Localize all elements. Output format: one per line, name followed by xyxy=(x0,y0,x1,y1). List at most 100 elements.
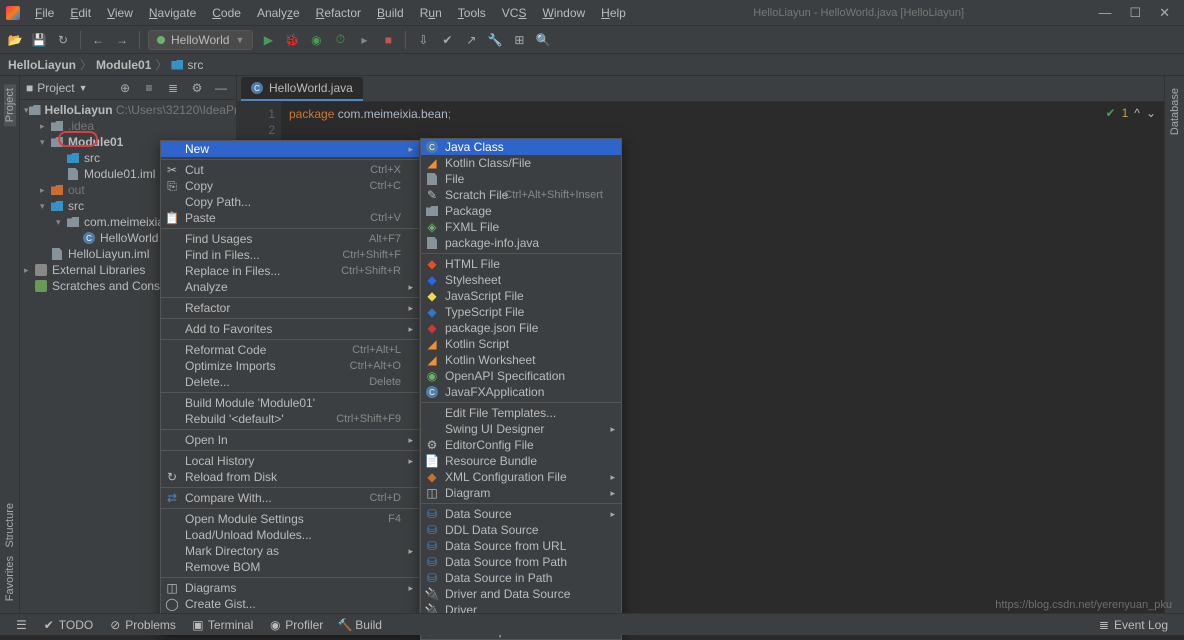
sub-ddl[interactable]: ⛁DDL Data Source xyxy=(421,522,621,538)
ctx-copy[interactable]: ⎘CopyCtrl+C xyxy=(161,178,419,194)
menu-navigate[interactable]: Navigate xyxy=(142,2,203,24)
breadcrumb-root[interactable]: HelloLiayun xyxy=(8,58,76,72)
save-icon[interactable]: 💾 xyxy=(30,31,48,49)
ctx-reload[interactable]: ↻Reload from Disk xyxy=(161,469,419,485)
git-history-icon[interactable]: 🔧 xyxy=(486,31,504,49)
sub-edit-tpl[interactable]: Edit File Templates... xyxy=(421,405,621,421)
favorites-tab[interactable]: Favorites xyxy=(4,552,16,605)
menu-tools[interactable]: Tools xyxy=(451,2,493,24)
hide-icon[interactable]: — xyxy=(212,79,230,97)
breadcrumb-src[interactable]: src xyxy=(187,58,203,72)
maximize-button[interactable]: ☐ xyxy=(1129,5,1141,21)
ctx-compare[interactable]: ⇄Compare With...Ctrl+D xyxy=(161,490,419,506)
sb-terminal[interactable]: ▣Terminal xyxy=(184,618,261,632)
coverage-icon[interactable]: ◉ xyxy=(307,31,325,49)
sub-xmlcfg[interactable]: ◆XML Configuration File▸ xyxy=(421,469,621,485)
sb-problems[interactable]: ⊘Problems xyxy=(101,618,184,632)
ctx-add-fav[interactable]: Add to Favorites▸ xyxy=(161,321,419,337)
sub-fxml[interactable]: ◈FXML File xyxy=(421,219,621,235)
project-tab[interactable]: Project xyxy=(4,84,16,126)
sub-scratch[interactable]: ✎Scratch FileCtrl+Alt+Shift+Insert xyxy=(421,187,621,203)
tree-idea[interactable]: ▸.idea xyxy=(20,118,236,134)
ctx-rebuild[interactable]: Rebuild '<default>'Ctrl+Shift+F9 xyxy=(161,411,419,427)
ctx-remove-bom[interactable]: Remove BOM xyxy=(161,559,419,575)
structure-tab[interactable]: Structure xyxy=(4,499,16,552)
collapse-all-icon[interactable]: ≣ xyxy=(164,79,182,97)
run-config-selector[interactable]: HelloWorld ▼ xyxy=(148,30,253,50)
sub-editorcfg[interactable]: ⚙EditorConfig File xyxy=(421,437,621,453)
warning-count[interactable]: 1 xyxy=(1122,106,1129,120)
sub-driver-ds[interactable]: 🔌Driver and Data Source xyxy=(421,586,621,602)
sb-event-log[interactable]: ≣Event Log xyxy=(1090,618,1176,632)
ctx-paste[interactable]: 📋PasteCtrl+V xyxy=(161,210,419,226)
select-opened-icon[interactable]: ⊕ xyxy=(116,79,134,97)
sub-resbundle[interactable]: 📄Resource Bundle xyxy=(421,453,621,469)
menu-build[interactable]: Build xyxy=(370,2,411,24)
ctx-build-mod[interactable]: Build Module 'Module01' xyxy=(161,395,419,411)
sub-ds-url[interactable]: ⛁Data Source from URL xyxy=(421,538,621,554)
sub-stylesheet[interactable]: ◆Stylesheet xyxy=(421,272,621,288)
sub-javafx[interactable]: CJavaFXApplication xyxy=(421,384,621,400)
stop-icon[interactable]: ■ xyxy=(379,31,397,49)
next-highlight-icon[interactable]: ⌄ xyxy=(1146,106,1156,120)
menu-refactor[interactable]: Refactor xyxy=(309,2,368,24)
ctx-optimize[interactable]: Optimize ImportsCtrl+Alt+O xyxy=(161,358,419,374)
check-icon[interactable]: ✔ xyxy=(1106,106,1116,120)
attach-icon[interactable]: ▸ xyxy=(355,31,373,49)
sync-icon[interactable]: ↻ xyxy=(54,31,72,49)
sb-profiler[interactable]: ◉Profiler xyxy=(261,618,331,632)
forward-icon[interactable]: → xyxy=(113,31,131,49)
ctx-local-hist[interactable]: Local History▸ xyxy=(161,453,419,469)
sub-file[interactable]: File xyxy=(421,171,621,187)
ctx-copy-path[interactable]: Copy Path... xyxy=(161,194,419,210)
sb-todo[interactable]: ✔TODO xyxy=(35,618,101,632)
menu-code[interactable]: Code xyxy=(205,2,248,24)
sub-html[interactable]: ◆HTML File xyxy=(421,256,621,272)
sub-pkginfo[interactable]: package-info.java xyxy=(421,235,621,251)
ctx-find-usages[interactable]: Find UsagesAlt+F7 xyxy=(161,231,419,247)
sb-build[interactable]: 🔨Build xyxy=(331,618,390,632)
breadcrumb-module[interactable]: Module01 xyxy=(96,58,151,72)
ctx-diagrams[interactable]: ◫Diagrams▸ xyxy=(161,580,419,596)
sub-openapi[interactable]: ◉OpenAPI Specification xyxy=(421,368,621,384)
ctx-load-unload[interactable]: Load/Unload Modules... xyxy=(161,527,419,543)
ctx-find-files[interactable]: Find in Files...Ctrl+Shift+F xyxy=(161,247,419,263)
close-button[interactable]: ✕ xyxy=(1159,5,1170,21)
ctx-reformat[interactable]: Reformat CodeCtrl+Alt+L xyxy=(161,342,419,358)
ctx-new[interactable]: New▸ xyxy=(161,141,419,157)
ctx-analyze[interactable]: Analyze▸ xyxy=(161,279,419,295)
ctx-delete[interactable]: Delete...Delete xyxy=(161,374,419,390)
open-icon[interactable]: 📂 xyxy=(6,31,24,49)
ctx-cut[interactable]: ✂CutCtrl+X xyxy=(161,162,419,178)
sub-kscript[interactable]: ◢Kotlin Script xyxy=(421,336,621,352)
sub-diagram[interactable]: ◫Diagram▸ xyxy=(421,485,621,501)
sub-ts[interactable]: ◆TypeScript File xyxy=(421,304,621,320)
run-icon[interactable]: ▶ xyxy=(259,31,277,49)
sub-package[interactable]: Package xyxy=(421,203,621,219)
sub-js[interactable]: ◆JavaScript File xyxy=(421,288,621,304)
menu-help[interactable]: Help xyxy=(594,2,633,24)
git-commit-icon[interactable]: ✔ xyxy=(438,31,456,49)
menu-edit[interactable]: Edit xyxy=(63,2,98,24)
git-push-icon[interactable]: ↗ xyxy=(462,31,480,49)
menu-vcs[interactable]: VCS xyxy=(495,2,534,24)
status-menu-icon[interactable]: ☰ xyxy=(8,618,35,632)
profile-icon[interactable]: ⏱ xyxy=(331,31,349,49)
database-tab[interactable]: Database xyxy=(1169,84,1181,139)
search-everywhere-icon[interactable]: 🔍 xyxy=(534,31,552,49)
ctx-open-mod[interactable]: Open Module SettingsF4 xyxy=(161,511,419,527)
debug-icon[interactable]: 🐞 xyxy=(283,31,301,49)
menu-analyze[interactable]: Analyze xyxy=(250,2,307,24)
settings-icon[interactable]: ⚙ xyxy=(188,79,206,97)
menu-file[interactable]: File xyxy=(28,2,61,24)
prev-highlight-icon[interactable]: ^ xyxy=(1134,106,1140,120)
sub-java-class[interactable]: CJava Class xyxy=(421,139,621,155)
git-update-icon[interactable]: ⇩ xyxy=(414,31,432,49)
sub-ds[interactable]: ⛁Data Source▸ xyxy=(421,506,621,522)
menu-window[interactable]: Window xyxy=(535,2,592,24)
ctx-refactor[interactable]: Refactor▸ xyxy=(161,300,419,316)
ctx-replace-files[interactable]: Replace in Files...Ctrl+Shift+R xyxy=(161,263,419,279)
sub-kotlin[interactable]: ◢Kotlin Class/File xyxy=(421,155,621,171)
menu-run[interactable]: Run xyxy=(413,2,449,24)
sub-swing[interactable]: Swing UI Designer▸ xyxy=(421,421,621,437)
